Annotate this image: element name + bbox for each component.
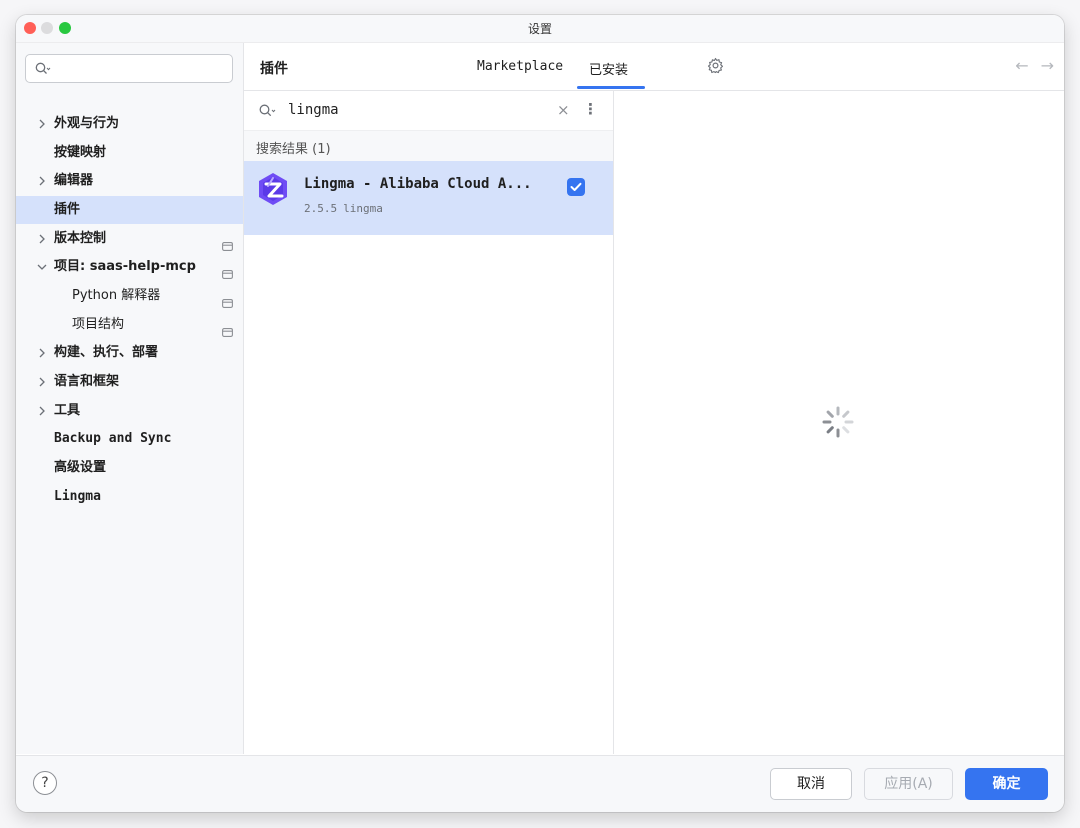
tab-installed[interactable]: 已安装 (589, 59, 628, 78)
help-button[interactable]: ? (33, 771, 57, 795)
plugin-search-query[interactable]: lingma (288, 102, 339, 118)
sidebar-item-label: Lingma (54, 489, 101, 504)
sidebar-item-label: 插件 (54, 202, 81, 217)
search-icon (35, 61, 51, 80)
sidebar-item-project-structure[interactable]: 项目结构 (16, 311, 243, 339)
chevron-right-icon[interactable] (36, 110, 48, 138)
chevron-right-icon[interactable] (36, 339, 48, 367)
sidebar-item-label: 版本控制 (54, 231, 107, 246)
sidebar-item-label: Backup and Sync (54, 431, 172, 446)
plugin-version: 2.5.5 (304, 202, 338, 215)
title-bar: 设置 (16, 15, 1064, 43)
sidebar-item-backup-sync[interactable]: Backup and Sync (16, 425, 243, 453)
sidebar-item-keymap[interactable]: 按键映射 (16, 139, 243, 167)
active-tab-indicator (577, 86, 645, 89)
back-arrow-icon[interactable]: ← (1015, 56, 1028, 75)
sidebar-item-label: 语言和框架 (54, 374, 120, 389)
results-count-label: 搜索结果 (1) (256, 142, 331, 157)
sidebar-item-build[interactable]: 构建、执行、部署 (16, 339, 243, 367)
search-icon (259, 103, 277, 122)
clear-search-icon[interactable]: × (557, 101, 570, 119)
settings-search-input[interactable] (25, 54, 233, 83)
sidebar-item-version-control[interactable]: 版本控制 (16, 225, 243, 253)
sidebar-item-python-interpreter[interactable]: Python 解释器 (16, 282, 243, 310)
sidebar-item-label: 项目结构 (72, 317, 125, 332)
settings-sidebar: 外观与行为 按键映射 编辑器 插件 版本控制 项目: saas-help-mcp… (16, 43, 244, 754)
chevron-right-icon[interactable] (36, 397, 48, 425)
sidebar-item-label: 工具 (54, 403, 81, 418)
sidebar-item-label: 构建、执行、部署 (54, 345, 159, 360)
sidebar-item-label: 高级设置 (54, 460, 107, 475)
sidebar-item-editor[interactable]: 编辑器 (16, 167, 243, 195)
sidebar-item-label: 项目: saas-help-mcp (54, 259, 196, 274)
plugin-search-field[interactable]: lingma × ⋮ (244, 91, 613, 131)
plugin-vendor: lingma (343, 202, 383, 215)
sidebar-item-label: Python 解释器 (72, 288, 161, 303)
sidebar-item-languages[interactable]: 语言和框架 (16, 368, 243, 396)
cancel-button[interactable]: 取消 (770, 768, 852, 800)
plugin-list-panel: lingma × ⋮ 搜索结果 (1) Lingma - Alibaba Clo… (244, 91, 614, 754)
plugin-enabled-checkbox[interactable] (567, 178, 585, 196)
page-title: 插件 (260, 61, 288, 77)
forward-arrow-icon[interactable]: → (1041, 56, 1054, 75)
sidebar-item-label: 按键映射 (54, 145, 107, 160)
sidebar-item-label: 外观与行为 (54, 116, 120, 131)
apply-button[interactable]: 应用(A) (864, 768, 953, 800)
chevron-down-icon[interactable] (36, 253, 48, 281)
sidebar-item-tools[interactable]: 工具 (16, 397, 243, 425)
settings-window: 设置 外观与行为 按键映射 编辑器 插件 版本控制 项目: saas-help-… (16, 15, 1064, 812)
sidebar-item-project[interactable]: 项目: saas-help-mcp (16, 253, 243, 281)
checkmark-icon (570, 182, 582, 191)
dialog-footer: ? 取消 应用(A) 确定 (16, 755, 1064, 812)
chevron-right-icon[interactable] (36, 225, 48, 253)
history-navigation: ← → (1003, 56, 1054, 75)
chevron-right-icon[interactable] (36, 368, 48, 396)
window-title: 设置 (527, 22, 552, 36)
plugin-meta: 2.5.5 lingma (304, 202, 383, 215)
sidebar-item-plugins[interactable]: 插件 (16, 196, 243, 224)
search-results-header: 搜索结果 (1) (244, 131, 613, 161)
plugin-list-item[interactable]: Lingma - Alibaba Cloud A... 2.5.5 lingma (244, 161, 613, 235)
tab-marketplace[interactable]: Marketplace (477, 59, 563, 74)
sidebar-item-advanced[interactable]: 高级设置 (16, 454, 243, 482)
loading-spinner-icon (821, 405, 855, 443)
sidebar-item-label: 编辑器 (54, 173, 94, 188)
sidebar-item-lingma[interactable]: Lingma (16, 483, 243, 511)
more-options-icon[interactable]: ⋮ (583, 100, 598, 118)
lingma-logo-icon (256, 172, 290, 210)
gear-icon[interactable] (707, 57, 724, 78)
chevron-right-icon[interactable] (36, 167, 48, 195)
plugin-name: Lingma - Alibaba Cloud A... (304, 176, 532, 192)
plugins-header: 插件 Marketplace 已安装 ← → (244, 43, 1064, 91)
ok-button[interactable]: 确定 (965, 768, 1048, 800)
plugin-detail-panel (614, 91, 1064, 754)
sidebar-item-appearance[interactable]: 外观与行为 (16, 110, 243, 138)
